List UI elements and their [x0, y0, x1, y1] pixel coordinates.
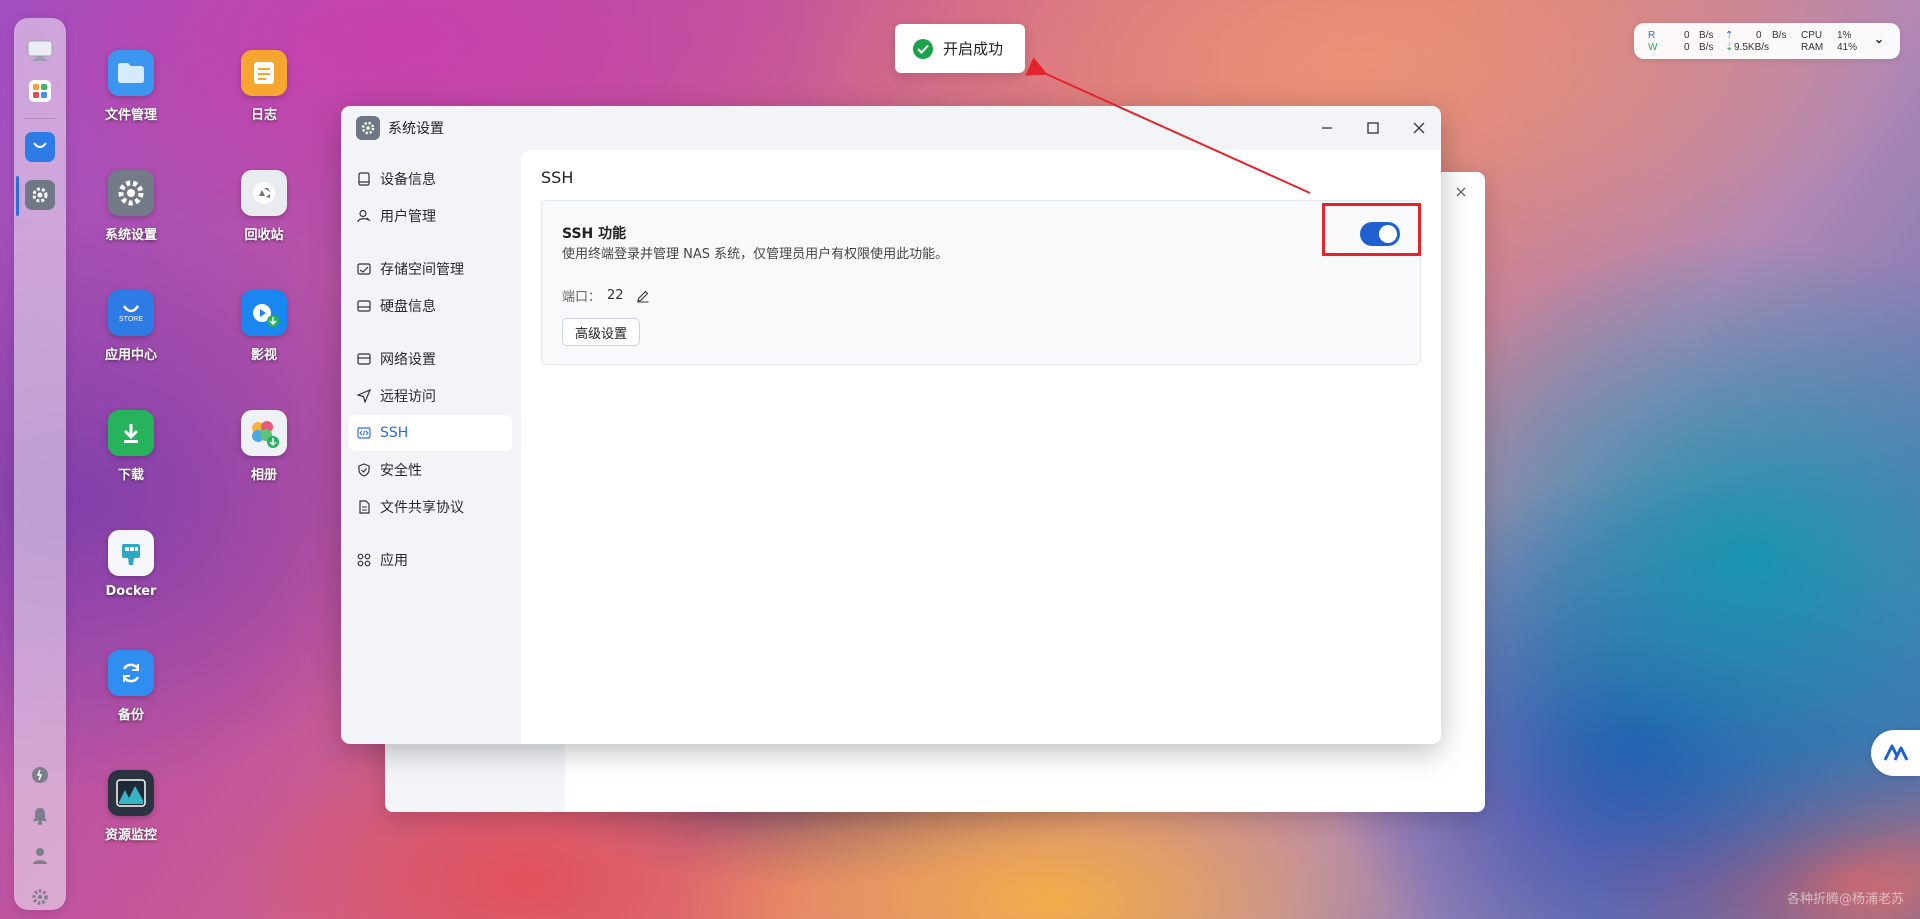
ai-logo-icon: [1883, 744, 1908, 761]
annotation-arrow: [1025, 57, 1311, 194]
ai-assistant-button[interactable]: [1871, 730, 1920, 776]
watermark: 各种折腾@杨浦老苏: [1786, 892, 1904, 907]
